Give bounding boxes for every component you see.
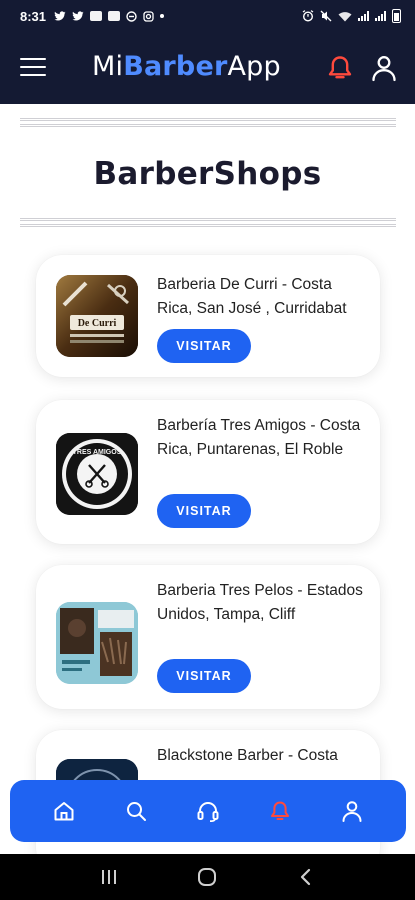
nav-profile[interactable] <box>337 796 367 826</box>
hamburger-icon[interactable] <box>20 58 46 76</box>
bottom-nav <box>10 780 406 842</box>
de-curri-logo: De Curri <box>56 275 138 357</box>
wifi-icon <box>338 11 352 21</box>
home-icon <box>54 802 74 821</box>
home-button[interactable] <box>187 862 227 892</box>
title-divider-2 <box>20 224 396 227</box>
signal-icon <box>375 11 386 21</box>
mute-icon <box>320 10 332 22</box>
user-icon <box>342 801 362 822</box>
visit-button[interactable]: VISITAR <box>157 659 251 693</box>
page-title: BarberShops <box>93 156 322 192</box>
top-divider <box>20 118 396 121</box>
twitter-icon <box>54 10 66 20</box>
battery-icon <box>392 9 401 23</box>
mail-icon <box>90 11 103 21</box>
shop-name: Barbería Tres Amigos - Costa Rica, Punta… <box>157 417 361 458</box>
back-button[interactable] <box>286 862 326 892</box>
dot-icon <box>160 14 165 18</box>
visit-button[interactable]: VISITAR <box>157 329 251 363</box>
mail-icon <box>108 11 121 21</box>
instagram-icon <box>143 10 154 22</box>
shop-logo-tres-pelos <box>56 602 138 684</box>
home-circle-icon <box>198 868 217 886</box>
alarm-icon <box>302 10 314 22</box>
system-nav-bar <box>0 854 415 900</box>
recents-icon <box>102 870 117 884</box>
back-icon <box>300 868 310 886</box>
shop-name: Barberia De Curri - Costa Rica, San José… <box>157 276 347 317</box>
nav-search[interactable] <box>121 796 151 826</box>
bell-icon <box>271 801 289 820</box>
status-left-icons <box>54 10 165 22</box>
brand-part-barber: Barber <box>123 51 228 82</box>
nav-notifications[interactable] <box>265 796 295 826</box>
headset-icon <box>197 802 219 822</box>
tres-pelos-logo <box>56 602 138 684</box>
nav-home[interactable] <box>49 796 79 826</box>
nav-support[interactable] <box>193 796 223 826</box>
tres-amigos-logo: TRES AMIGOS <box>56 433 138 515</box>
brand-part-app: App <box>227 51 281 82</box>
search-icon <box>127 802 146 821</box>
brand-logo: MiBarberApp <box>92 51 281 82</box>
shop-logo-de-curri: De Curri <box>56 275 138 357</box>
shop-card: TRES AMIGOS Barbería Tres Amigos - Costa… <box>36 400 380 544</box>
status-right-icons <box>302 9 401 23</box>
status-time: 8:31 <box>20 8 47 24</box>
app-header: MiBarberApp <box>0 32 415 104</box>
signal-icon <box>358 11 369 21</box>
de-curri-logo-text: De Curri <box>78 318 117 329</box>
user-icon[interactable] <box>371 54 397 82</box>
top-divider-2 <box>20 124 396 127</box>
twitter-icon <box>72 10 84 20</box>
title-divider <box>20 218 396 221</box>
minus-circle-icon <box>126 10 137 22</box>
shop-logo-tres-amigos: TRES AMIGOS <box>56 433 138 515</box>
tres-amigos-logo-text: TRES AMIGOS <box>73 449 122 456</box>
visit-button[interactable]: VISITAR <box>157 494 251 528</box>
main-content[interactable]: BarberShops De Curri Barberia De Curri -… <box>0 104 415 854</box>
shop-name: Blackstone Barber - Costa <box>157 747 338 764</box>
recents-button[interactable] <box>89 862 129 892</box>
shop-name: Barberia Tres Pelos - Estados Unidos, Ta… <box>157 582 363 623</box>
shop-card: Barberia Tres Pelos - Estados Unidos, Ta… <box>36 565 380 709</box>
brand-part-mi: Mi <box>92 51 124 82</box>
bell-icon[interactable] <box>326 54 354 82</box>
shop-card: De Curri Barberia De Curri - Costa Rica,… <box>36 255 380 377</box>
status-bar: 8:31 <box>0 0 415 32</box>
